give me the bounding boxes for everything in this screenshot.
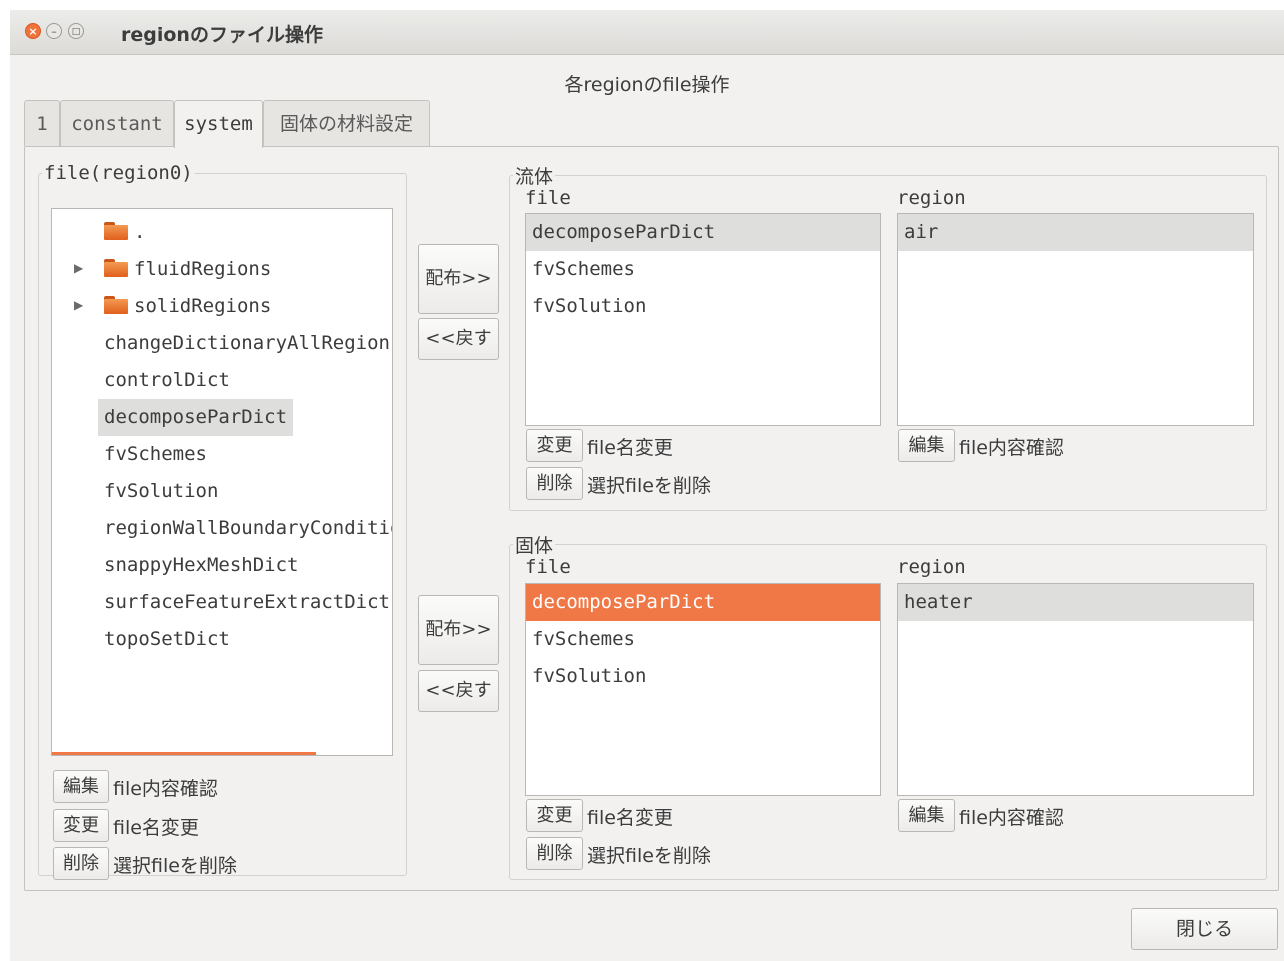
region0-delete-description: 選択fileを削除	[113, 855, 237, 877]
folder-icon	[104, 296, 128, 314]
region0-edit-description: file内容確認	[113, 778, 218, 800]
region0-rename-description: file名変更	[113, 817, 199, 839]
tree-item-file[interactable]: controlDict	[104, 362, 230, 399]
solid-delete-description: 選択fileを削除	[587, 845, 711, 867]
dialog-window: × – □ regionのファイル操作 各regionのfile操作 1 con…	[10, 10, 1284, 961]
maximize-window-icon[interactable]: □	[68, 23, 84, 39]
fluid-edit-button[interactable]: 編集	[898, 429, 955, 462]
solid-file-header: file	[525, 556, 571, 578]
solid-region-item-selected[interactable]: heater	[898, 584, 1253, 621]
tree-item-current-folder[interactable]: .	[104, 214, 145, 251]
solid-region-header: region	[897, 556, 966, 578]
solid-file-item-selected[interactable]: decomposeParDict	[526, 584, 880, 621]
solid-rename-button[interactable]: 変更	[526, 799, 583, 832]
window-title: regionのファイル操作	[121, 24, 323, 46]
solid-frame-title: 固体	[515, 535, 554, 557]
fluid-region-list[interactable]: air	[897, 213, 1254, 426]
folder-icon	[104, 222, 128, 240]
region0-file-tree[interactable]: . ▶ fluidRegions ▶ solidRegions changeDi…	[51, 208, 393, 756]
folder-icon	[104, 259, 128, 277]
fluid-file-item[interactable]: fvSchemes	[526, 251, 880, 288]
fluid-frame-title: 流体	[515, 166, 554, 188]
minimize-window-icon[interactable]: –	[46, 23, 62, 39]
expand-arrow-icon[interactable]: ▶	[74, 298, 83, 312]
solid-file-item[interactable]: fvSchemes	[526, 621, 880, 658]
expand-arrow-icon[interactable]: ▶	[74, 261, 83, 275]
solid-edit-description: file内容確認	[959, 807, 1064, 829]
close-button[interactable]: 閉じる	[1131, 908, 1278, 950]
tree-item-file[interactable]: fvSchemes	[104, 436, 207, 473]
fluid-back-button[interactable]: <<戻す	[418, 318, 499, 360]
solid-delete-button[interactable]: 削除	[526, 837, 583, 870]
title-bar[interactable]: × – □ regionのファイル操作	[10, 10, 1284, 55]
fluid-file-header: file	[525, 187, 571, 209]
tab-system[interactable]: system	[174, 100, 263, 148]
tree-item-file[interactable]: surfaceFeatureExtractDict	[104, 584, 390, 621]
horizontal-scrollbar[interactable]	[52, 752, 316, 755]
fluid-distribute-button[interactable]: 配布>>	[418, 244, 499, 314]
fluid-delete-description: 選択fileを削除	[587, 475, 711, 497]
tree-item-file[interactable]: fvSolution	[104, 473, 218, 510]
fluid-region-header: region	[897, 187, 966, 209]
tree-item-solidRegions[interactable]: solidRegions	[104, 288, 271, 325]
fluid-file-list[interactable]: decomposeParDict fvSchemes fvSolution	[525, 213, 881, 426]
fluid-file-item-selected[interactable]: decomposeParDict	[526, 214, 880, 251]
solid-rename-description: file名変更	[587, 807, 673, 829]
solid-edit-button[interactable]: 編集	[898, 799, 955, 832]
solid-file-item[interactable]: fvSolution	[526, 658, 880, 695]
dialog-heading: 各regionのfile操作	[564, 74, 730, 96]
fluid-delete-button[interactable]: 削除	[526, 467, 583, 500]
region0-rename-button[interactable]: 変更	[53, 809, 109, 842]
tab-solid-material[interactable]: 固体の材料設定	[263, 100, 430, 146]
region0-frame-title: file(region0)	[44, 162, 193, 184]
fluid-rename-description: file名変更	[587, 437, 673, 459]
tab-panel-system: file(region0) . ▶ fluidRegions ▶ solidRe…	[24, 146, 1279, 891]
solid-back-button[interactable]: <<戻す	[418, 670, 499, 712]
tree-item-file-selected[interactable]: decomposeParDict	[98, 399, 294, 436]
tree-item-fluidRegions[interactable]: fluidRegions	[104, 251, 271, 288]
solid-file-list[interactable]: decomposeParDict fvSchemes fvSolution	[525, 583, 881, 796]
solid-distribute-button[interactable]: 配布>>	[418, 595, 499, 665]
region0-edit-button[interactable]: 編集	[53, 770, 109, 803]
tree-item-file[interactable]: regionWallBoundaryConditionsDict	[104, 510, 392, 547]
tab-constant[interactable]: constant	[60, 100, 174, 146]
solid-region-list[interactable]: heater	[897, 583, 1254, 796]
tree-item-file[interactable]: topoSetDict	[104, 621, 230, 658]
tab-1[interactable]: 1	[24, 100, 60, 146]
fluid-file-item[interactable]: fvSolution	[526, 288, 880, 325]
fluid-rename-button[interactable]: 変更	[526, 429, 583, 462]
fluid-edit-description: file内容確認	[959, 437, 1064, 459]
tree-item-file[interactable]: snappyHexMeshDict	[104, 547, 298, 584]
fluid-region-item-selected[interactable]: air	[898, 214, 1253, 251]
tree-item-file[interactable]: changeDictionaryAllRegionsDict	[104, 325, 392, 362]
region0-delete-button[interactable]: 削除	[53, 847, 109, 880]
close-window-icon[interactable]: ×	[25, 23, 41, 39]
